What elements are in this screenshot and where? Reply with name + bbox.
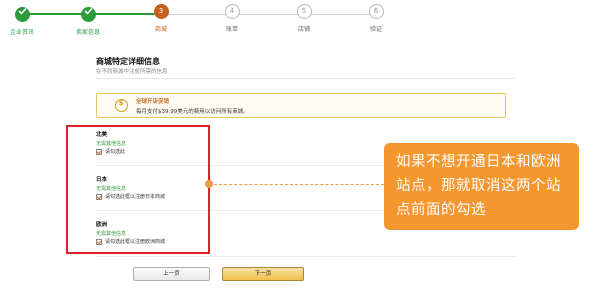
step-label: 验证 bbox=[369, 26, 382, 33]
step-5: 5 店铺 bbox=[274, 4, 334, 33]
check-icon bbox=[80, 7, 96, 22]
connector-dot bbox=[205, 180, 213, 188]
step-number: 5 bbox=[296, 4, 312, 19]
previous-page-button[interactable]: 上一页 bbox=[133, 267, 210, 281]
page-title: 商城特定详细信息 bbox=[96, 56, 160, 66]
step-1: 企业资讯 bbox=[0, 4, 52, 36]
highlight-box bbox=[66, 125, 210, 254]
step-2: 卖家信息 bbox=[58, 4, 118, 36]
step-number: 3 bbox=[153, 4, 169, 19]
step-label: 账单 bbox=[225, 26, 238, 33]
step-label: 企业资讯 bbox=[9, 29, 34, 36]
step-number: 4 bbox=[224, 4, 240, 19]
promo-title: 全球开店促销 bbox=[136, 99, 170, 105]
divider bbox=[96, 256, 516, 257]
connector-line bbox=[209, 184, 384, 185]
step-label: 商城 bbox=[154, 26, 167, 33]
callout-box: 如果不想开通日本和欧洲站点，那就取消这两个站点前面的勾选 bbox=[384, 143, 579, 230]
step-label: 店铺 bbox=[297, 26, 310, 33]
check-icon bbox=[14, 7, 30, 22]
step-3: 3 商城 bbox=[131, 4, 191, 33]
step-6: 6 验证 bbox=[346, 4, 406, 33]
step-4: 4 账单 bbox=[202, 4, 262, 33]
divider bbox=[96, 78, 516, 79]
page-subtitle: 在不同商城中注册所需的信息 bbox=[96, 69, 168, 75]
promo-text: 每月支付$39.99美元的费用以访问所有商城。 bbox=[136, 109, 249, 115]
stepper-line-todo bbox=[165, 14, 375, 15]
progress-stepper: 企业资讯 卖家信息 3 商城 4 账单 5 店铺 6 验证 bbox=[0, 0, 600, 40]
step-number: 6 bbox=[368, 4, 384, 19]
promo-banner: 全球开店促销 每月支付$39.99美元的费用以访问所有商城。 bbox=[96, 93, 506, 118]
step-label: 卖家信息 bbox=[75, 29, 100, 36]
next-page-button[interactable]: 下一页 bbox=[222, 267, 304, 281]
dollar-gear-icon bbox=[115, 99, 128, 112]
